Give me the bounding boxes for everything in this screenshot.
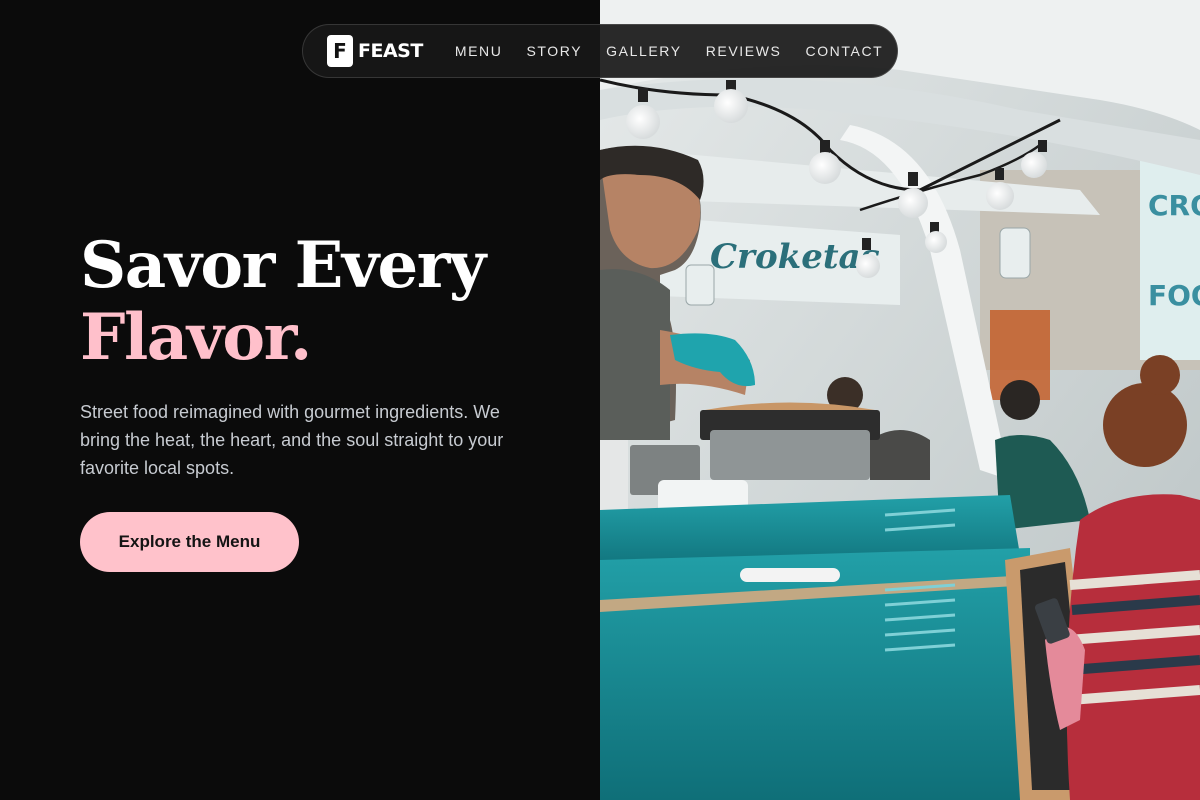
hero-title-line2: Flavor. [80, 300, 312, 375]
hero-title: Savor Every Flavor. [80, 228, 486, 375]
hero-left-panel: Savor Every Flavor. Street food reimagin… [0, 0, 600, 800]
side-sign-text-2: FOO [1148, 279, 1200, 312]
nav-links: MENU STORY GALLERY REVIEWS CONTACT [455, 43, 884, 59]
food-truck-photo: CRO FOO Croketas [600, 0, 1200, 800]
nav-link-story[interactable]: STORY [526, 43, 582, 59]
hero-subtitle: Street food reimagined with gourmet ingr… [80, 402, 504, 478]
nav-link-reviews[interactable]: REVIEWS [706, 43, 782, 59]
hero-title-line1: Savor Every [80, 228, 486, 303]
top-navbar: F FEAST MENU STORY GALLERY REVIEWS CONTA… [302, 24, 898, 78]
logo-mark: F [327, 35, 353, 67]
explore-menu-button[interactable]: Explore the Menu [80, 512, 299, 572]
truck-banner-text: Croketas [710, 237, 880, 277]
nav-link-menu[interactable]: MENU [455, 43, 503, 59]
nav-link-gallery[interactable]: GALLERY [606, 43, 682, 59]
nav-link-contact[interactable]: CONTACT [805, 43, 883, 59]
brand-name: FEAST [358, 40, 423, 62]
brand-logo[interactable]: F FEAST [327, 35, 423, 67]
side-sign-text-1: CRO [1148, 189, 1200, 222]
hero-image: CRO FOO Croketas [600, 0, 1200, 800]
